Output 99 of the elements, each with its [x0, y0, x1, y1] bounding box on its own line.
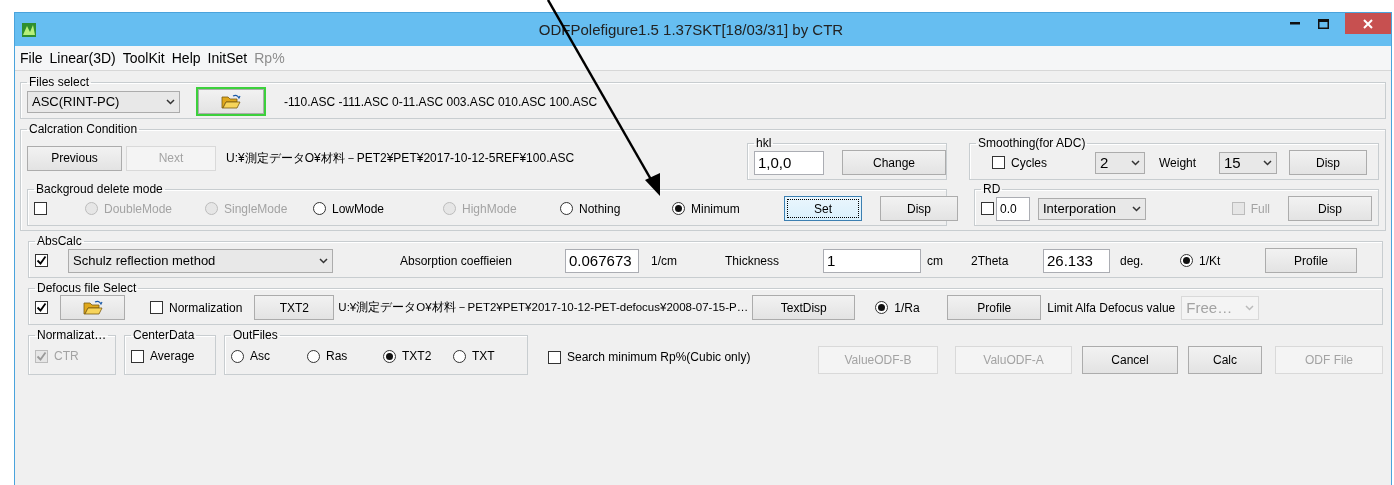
- checkbox[interactable]: [150, 301, 163, 314]
- action-button[interactable]: Calc: [1188, 346, 1262, 374]
- checkbox[interactable]: [981, 202, 994, 215]
- set-button[interactable]: Set: [784, 196, 862, 221]
- profile-button[interactable]: Profile: [947, 295, 1042, 320]
- radio-label: 1/Ra: [894, 300, 920, 315]
- disp-button[interactable]: Disp: [1289, 150, 1367, 175]
- hkl-field[interactable]: 1,0,0: [754, 150, 824, 175]
- radio-button[interactable]: [313, 202, 326, 215]
- menu-item[interactable]: File: [20, 50, 43, 66]
- app-icon: [22, 22, 36, 37]
- coefficient-field[interactable]: 0.067673: [565, 248, 639, 273]
- group-title: OutFiles: [232, 328, 279, 342]
- unit-label: 1/cm: [651, 253, 678, 268]
- radio-label: Minimum: [691, 201, 740, 216]
- rd-field[interactable]: 0.0: [996, 196, 1030, 221]
- group-title: AbsCalc: [36, 234, 83, 248]
- radio-button[interactable]: [560, 202, 573, 215]
- group-title: Smoothing(for ADC): [977, 136, 1087, 150]
- file-path: U:¥測定データO¥材料－PET2¥PET¥2017-10-12-PET-defocus¥2008-07-15-P…: [338, 300, 749, 315]
- radio-label: DoubleMode: [104, 201, 173, 216]
- radio-label: SingleMode: [224, 201, 288, 216]
- profile-button[interactable]: Profile: [1265, 248, 1357, 273]
- chevron-icon: [1131, 159, 1140, 166]
- file-list: -110.ASC -111.ASC 0-11.ASC 003.ASC 010.ASC 100.ASC: [284, 94, 598, 109]
- unit-label: deg.: [1120, 253, 1145, 268]
- cycles-dropdown[interactable]: 2: [1095, 151, 1145, 174]
- checkbox-label: Full: [1250, 201, 1270, 216]
- radio-label: TXT: [472, 349, 495, 363]
- checkbox[interactable]: [35, 301, 48, 314]
- radio-label: TXT2: [402, 349, 432, 363]
- maximize-icon: [1317, 18, 1329, 29]
- folder-icon: [82, 299, 103, 316]
- file-path: U:¥測定データO¥材料－PET2¥PET¥2017-10-12-5REF¥100.ASC: [226, 149, 575, 167]
- checkbox-label: Average: [150, 349, 195, 363]
- chevron-icon: [319, 257, 328, 264]
- action-button[interactable]: Cancel: [1082, 346, 1178, 374]
- checkbox-label: CTR: [54, 349, 79, 363]
- checkbox[interactable]: [992, 156, 1005, 169]
- group-title: hkl: [755, 136, 773, 150]
- checkbox-label: Search minimum Rp%(Cubic only): [567, 350, 751, 364]
- previous-button[interactable]: Previous: [27, 145, 122, 171]
- group-title: Files select: [28, 75, 91, 89]
- checkbox[interactable]: [548, 350, 561, 364]
- checkbox-label: Cycles: [1011, 155, 1048, 170]
- theta-field[interactable]: 26.133: [1043, 248, 1110, 273]
- open-file-button[interactable]: [60, 295, 125, 320]
- checkbox[interactable]: [131, 349, 144, 363]
- limit-label: Limit Alfa Defocus value: [1047, 300, 1176, 315]
- radio-label: Ras: [326, 349, 348, 363]
- chevron-icon: [1263, 159, 1272, 166]
- method-dropdown[interactable]: Schulz reflection method: [68, 248, 333, 273]
- checkbox[interactable]: [34, 202, 47, 215]
- menu-item[interactable]: InitSet: [207, 50, 248, 66]
- radio-button[interactable]: [672, 202, 685, 215]
- group-title: Normalizat…: [36, 328, 108, 342]
- menu-item[interactable]: Help: [171, 50, 201, 66]
- chevron-icon: [1132, 205, 1141, 212]
- radio-label: Asc: [250, 349, 270, 363]
- theta-label: 2Theta: [971, 253, 1010, 268]
- folder-icon: [221, 93, 241, 110]
- radio-button[interactable]: [383, 349, 396, 363]
- close-button[interactable]: [1345, 13, 1391, 34]
- menu-item[interactable]: Linear(3D): [49, 50, 116, 66]
- checkbox[interactable]: [35, 254, 48, 267]
- minimize-icon: [1290, 22, 1300, 25]
- checkbox-label: Normalization: [169, 300, 243, 315]
- chevron-icon: [1245, 304, 1255, 311]
- radio-label: Nothing: [579, 201, 621, 216]
- radio-button[interactable]: [307, 349, 320, 363]
- group-title: Backgroud delete mode: [35, 182, 164, 196]
- radio-button[interactable]: [231, 349, 244, 363]
- weight-label: Weight: [1159, 155, 1198, 170]
- menu-item[interactable]: ToolKit: [122, 50, 165, 66]
- radio-button[interactable]: [453, 349, 466, 363]
- disp-button[interactable]: Disp: [1288, 196, 1372, 221]
- open-file-button[interactable]: [198, 89, 264, 114]
- group-title: Calcration Condition: [28, 122, 139, 136]
- radio-button[interactable]: [875, 301, 889, 314]
- txt2-button[interactable]: TXT2: [254, 295, 335, 320]
- radio-label: HighMode: [462, 201, 517, 216]
- text-disp-button[interactable]: TextDisp: [752, 295, 856, 320]
- disp-button[interactable]: Disp: [880, 196, 958, 221]
- change-button[interactable]: Change: [842, 150, 946, 175]
- coefficient-label: Absorption coeffieien: [400, 253, 513, 268]
- thickness-field[interactable]: 1: [823, 248, 921, 273]
- group-title: RD: [982, 182, 1002, 196]
- group-title: CenterData: [132, 328, 196, 342]
- group-title: Defocus file Select: [36, 281, 138, 295]
- method-dropdown[interactable]: Interporation: [1038, 197, 1146, 220]
- chevron-icon: [166, 98, 175, 105]
- unit-label: cm: [927, 253, 944, 268]
- thickness-label: Thickness: [725, 253, 781, 268]
- radio-label: LowMode: [332, 201, 385, 216]
- radio-label: 1/Kt: [1199, 253, 1221, 268]
- radio-button[interactable]: [1180, 254, 1193, 267]
- weight-dropdown[interactable]: 15: [1219, 151, 1277, 174]
- close-icon: [1363, 18, 1373, 29]
- format-dropdown[interactable]: ASC(RINT-PC): [27, 90, 180, 113]
